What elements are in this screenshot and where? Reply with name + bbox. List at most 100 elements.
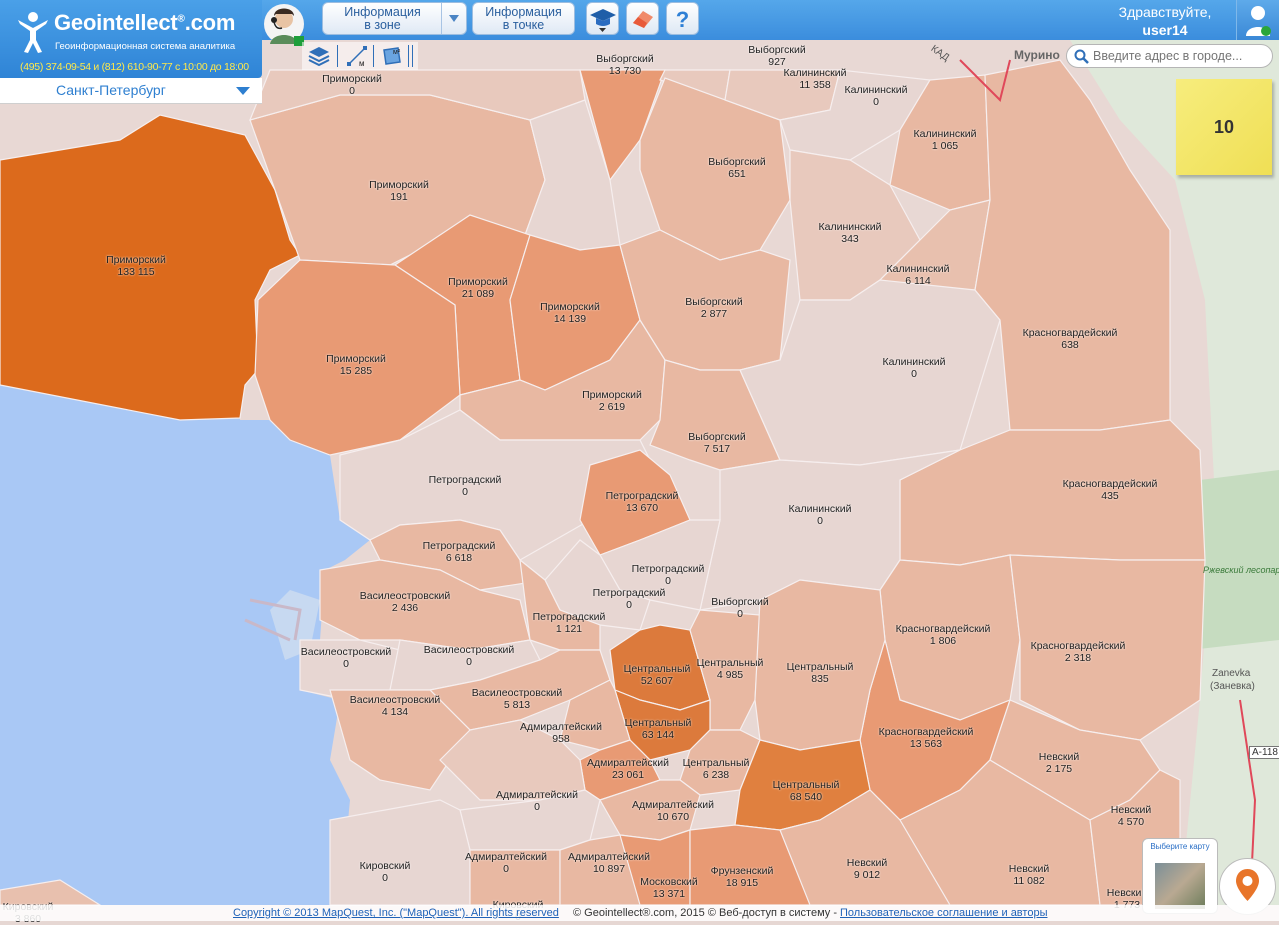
district-label[interactable]: Приморский 21 089	[448, 276, 508, 300]
district-label[interactable]: Калининский 0	[845, 84, 908, 108]
district-value: 0	[503, 863, 509, 875]
user-agreement-link[interactable]: Пользовательское соглашение и авторы	[840, 907, 1047, 919]
district-label[interactable]: Выборгский 2 877	[685, 296, 742, 320]
district-label[interactable]: Петроградский 13 670	[606, 490, 679, 514]
district-label[interactable]: Калининский 11 358	[784, 67, 847, 91]
education-button[interactable]	[586, 2, 619, 35]
eraser-button[interactable]	[626, 2, 659, 35]
district-label[interactable]: Петроградский 0	[632, 563, 705, 587]
district-name: Адмиралтейский	[587, 757, 669, 769]
district-value: 13 670	[625, 502, 659, 514]
district-value: 651	[728, 168, 746, 180]
district-name: Выборгский	[748, 44, 806, 56]
district-label[interactable]: Красногвардейский 1 806	[896, 623, 991, 647]
measure-area-icon[interactable]: м²	[380, 44, 404, 68]
district-label[interactable]: Московский 13 371	[640, 876, 698, 900]
chevron-down-icon[interactable]	[236, 87, 250, 95]
district-value: 10 670	[656, 811, 690, 823]
district-label[interactable]: Выборгский 7 517	[688, 431, 745, 455]
district-label[interactable]: Петроградский 0	[429, 474, 502, 498]
district-label[interactable]: Калининский 0	[789, 503, 852, 527]
district-label[interactable]: Василеостровский 0	[424, 644, 515, 668]
district-label[interactable]: Центральный 52 607	[624, 663, 691, 687]
district-label[interactable]: Приморский 15 285	[326, 353, 386, 377]
district-label[interactable]: Приморский 2 619	[582, 389, 642, 413]
district-label[interactable]: Центральный 835	[787, 661, 854, 685]
district-label[interactable]: Василеостровский 4 134	[350, 694, 441, 718]
district-label[interactable]: Выборгский 651	[708, 156, 765, 180]
measure-distance-icon[interactable]: м	[345, 44, 369, 68]
district-label[interactable]: Калининский 343	[819, 221, 882, 245]
district-label[interactable]: Невский 4 570	[1111, 804, 1151, 828]
district-label[interactable]: Адмиралтейский 10 897	[568, 851, 650, 875]
user-profile-button[interactable]	[1236, 0, 1279, 40]
layers-icon[interactable]	[307, 44, 331, 68]
district-value: 5 813	[503, 699, 531, 711]
district-label[interactable]: Красногвардейский 638	[1023, 327, 1118, 351]
district-value: 52 607	[640, 675, 674, 687]
district-label[interactable]: Приморский 0	[322, 73, 382, 97]
search-input[interactable]	[1093, 47, 1263, 65]
district-label[interactable]: Петроградский 0	[593, 587, 666, 611]
district-name: Выборгский	[708, 156, 766, 168]
district-value: 18 915	[725, 877, 759, 889]
district-label[interactable]: Калининский 6 114	[887, 263, 950, 287]
map-tool-strip: м м²	[302, 42, 418, 70]
district-label[interactable]: Центральный 4 985	[697, 657, 764, 681]
help-button[interactable]: ?	[666, 2, 699, 35]
city-select-value: Санкт-Петербург	[56, 82, 166, 98]
info-in-zone-dropdown[interactable]	[441, 3, 466, 34]
district-name: Калининский	[783, 67, 847, 79]
district-label[interactable]: Приморский 14 139	[540, 301, 600, 325]
mapquest-copyright-link[interactable]: Copyright © 2013 MapQuest, Inc. ("MapQue…	[233, 907, 559, 919]
district-label[interactable]: Петроградский 6 618	[423, 540, 496, 564]
district-label[interactable]: Центральный 63 144	[625, 717, 692, 741]
district-label[interactable]: Адмиралтейский 0	[496, 789, 578, 813]
district-label[interactable]: Василеостровский 5 813	[472, 687, 563, 711]
district-value: 0	[626, 599, 632, 611]
district-label[interactable]: Выборгский 0	[711, 596, 768, 620]
district-label[interactable]: Приморский 191	[369, 179, 429, 203]
district-label[interactable]: Фрунзенский 18 915	[711, 865, 774, 889]
city-select[interactable]: Санкт-Петербург	[0, 78, 262, 104]
district-label[interactable]: Адмиралтейский 958	[520, 721, 602, 745]
district-label[interactable]: Центральный 6 238	[683, 757, 750, 781]
district-name: Центральный	[696, 657, 764, 669]
district-label[interactable]: Калининский 0	[883, 356, 946, 380]
district-name: Выборгский	[688, 431, 746, 443]
info-at-point-button[interactable]: Информация в точке	[472, 2, 575, 35]
district-name: Приморский	[326, 353, 386, 365]
search-icon[interactable]	[1074, 49, 1089, 64]
sticky-note[interactable]: 10	[1176, 79, 1272, 175]
district-label[interactable]: Приморский 133 115	[106, 254, 166, 278]
district-label[interactable]: Василеостровский 0	[301, 646, 392, 670]
district-label[interactable]: Адмиралтейский 10 670	[632, 799, 714, 823]
map-label-road-a118: А-118	[1249, 746, 1279, 759]
district-label[interactable]: Красногвардейский 13 563	[879, 726, 974, 750]
district-label[interactable]: Калининский 1 065	[914, 128, 977, 152]
district-label[interactable]: Петроградский 1 121	[533, 611, 606, 635]
district-label[interactable]: Центральный 68 540	[773, 779, 840, 803]
footer-copyright: © Geointellect®.com, 2015 © Веб-доступ в…	[573, 907, 837, 919]
district-name: Кировский	[359, 860, 411, 872]
district-label[interactable]: Красногвардейский 435	[1063, 478, 1158, 502]
district-label[interactable]: Адмиралтейский 23 061	[587, 757, 669, 781]
district-label[interactable]: Выборгский 13 730	[596, 53, 653, 77]
map-canvas[interactable]	[0, 0, 1279, 921]
basemap-selector[interactable]: Выберите карту	[1142, 838, 1218, 914]
district-value: 0	[911, 368, 917, 380]
district-label[interactable]: Красногвардейский 2 318	[1031, 640, 1126, 664]
district-label[interactable]: Василеостровский 2 436	[360, 590, 451, 614]
district-value: 10 897	[592, 863, 626, 875]
district-label[interactable]: Выборгский 927	[748, 44, 805, 68]
district-label[interactable]: Адмиралтейский 0	[465, 851, 547, 875]
address-search[interactable]	[1066, 44, 1273, 68]
svg-text:м²: м²	[393, 49, 401, 56]
district-label[interactable]: Невский 2 175	[1039, 751, 1079, 775]
info-in-zone-button[interactable]: Информация в зоне	[322, 2, 467, 35]
district-label[interactable]: Невский 9 012	[847, 857, 887, 881]
district-label[interactable]: Невский 11 082	[1009, 863, 1049, 887]
logo-panel[interactable]: Geointellect®.com Геоинформационная сист…	[0, 0, 262, 78]
district-value: 11 358	[799, 79, 831, 91]
district-label[interactable]: Кировский0	[360, 860, 411, 884]
